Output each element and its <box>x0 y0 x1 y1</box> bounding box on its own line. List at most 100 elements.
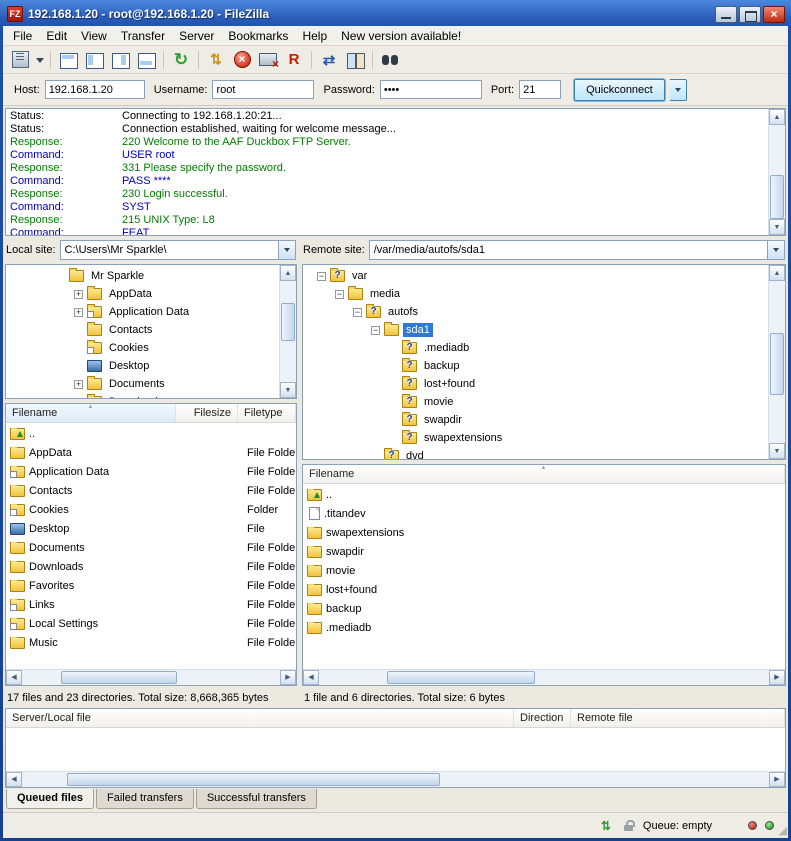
scrollbar-track[interactable] <box>319 670 769 685</box>
tree-item[interactable]: Contacts <box>6 321 279 339</box>
file-row[interactable]: Local Settings File Folder <box>6 614 296 633</box>
column-header-direction[interactable]: Direction <box>514 709 571 727</box>
tree-item[interactable]: Downloads <box>6 393 279 398</box>
file-row[interactable]: .. <box>6 424 296 443</box>
expander-icon[interactable] <box>74 380 83 389</box>
expander-icon[interactable] <box>371 326 380 335</box>
scroll-down-icon[interactable] <box>769 219 785 235</box>
file-row[interactable]: Application Data File Folder <box>6 462 296 481</box>
scroll-down-icon[interactable] <box>769 443 785 459</box>
password-input[interactable] <box>380 80 482 99</box>
quickconnect-button[interactable]: Quickconnect <box>574 79 665 101</box>
menu-item[interactable]: View <box>74 27 114 45</box>
expander-icon[interactable] <box>74 308 83 317</box>
queue-tab[interactable]: Failed transfers <box>96 789 194 809</box>
expander-icon[interactable] <box>335 290 344 299</box>
scrollbar-thumb[interactable] <box>61 671 177 684</box>
scrollbar-thumb[interactable] <box>387 671 536 684</box>
menu-item[interactable]: File <box>6 27 39 45</box>
expander-icon[interactable] <box>74 290 83 299</box>
file-row[interactable]: movie <box>303 561 785 580</box>
host-input[interactable] <box>45 80 145 99</box>
file-row[interactable]: .. <box>303 485 785 504</box>
local-list-hscrollbar[interactable] <box>6 669 296 685</box>
local-tree-scrollbar[interactable] <box>279 265 296 398</box>
process-queue-icon[interactable] <box>203 48 229 72</box>
file-row[interactable]: swapdir <box>303 542 785 561</box>
scrollbar-thumb[interactable] <box>281 303 295 341</box>
maximize-button[interactable] <box>739 6 761 23</box>
scrollbar-track[interactable] <box>769 281 785 443</box>
tree-item[interactable]: Mr Sparkle <box>6 267 279 285</box>
close-button[interactable] <box>763 6 785 23</box>
tree-item[interactable]: autofs <box>303 303 768 321</box>
message-log-toggle-icon[interactable] <box>55 48 81 72</box>
tree-item[interactable]: lost+found <box>303 375 768 393</box>
tree-item[interactable]: var <box>303 267 768 285</box>
minimize-button[interactable] <box>715 6 737 23</box>
scroll-up-icon[interactable] <box>280 265 296 281</box>
file-row[interactable]: Contacts File Folder <box>6 481 296 500</box>
menu-item[interactable]: Transfer <box>114 27 172 45</box>
menu-item[interactable]: Edit <box>39 27 74 45</box>
file-row[interactable]: Downloads File Folder <box>6 557 296 576</box>
tree-item[interactable]: swapextensions <box>303 429 768 447</box>
expander-icon[interactable] <box>74 398 83 399</box>
remote-tree-toggle-icon[interactable] <box>107 48 133 72</box>
file-row[interactable]: Desktop File <box>6 519 296 538</box>
scrollbar-track[interactable] <box>280 281 296 382</box>
scroll-left-icon[interactable] <box>6 670 22 685</box>
tree-item[interactable]: backup <box>303 357 768 375</box>
expander-icon[interactable] <box>317 272 326 281</box>
file-row[interactable]: Music File Folder <box>6 633 296 652</box>
chevron-down-icon[interactable] <box>278 241 295 259</box>
scroll-down-icon[interactable] <box>280 382 296 398</box>
find-files-icon[interactable] <box>377 48 403 72</box>
scroll-left-icon[interactable] <box>303 670 319 685</box>
tree-item[interactable]: sda1 <box>303 321 768 339</box>
refresh-icon[interactable] <box>168 48 194 72</box>
tree-item[interactable]: AppData <box>6 285 279 303</box>
scrollbar-track[interactable] <box>769 125 785 219</box>
column-header-filetype[interactable]: Filetype <box>238 404 296 422</box>
quickconnect-dropdown-icon[interactable] <box>670 79 687 101</box>
cancel-icon[interactable] <box>229 48 255 72</box>
tree-item[interactable]: .mediadb <box>303 339 768 357</box>
file-row[interactable]: Cookies Folder <box>6 500 296 519</box>
menu-item[interactable]: Server <box>172 27 221 45</box>
scrollbar-track[interactable] <box>22 670 280 685</box>
username-input[interactable] <box>212 80 314 99</box>
file-row[interactable]: backup <box>303 599 785 618</box>
expander-icon[interactable] <box>353 308 362 317</box>
site-manager-dropdown-icon[interactable] <box>33 48 46 72</box>
local-tree-toggle-icon[interactable] <box>81 48 107 72</box>
queue-toggle-icon[interactable] <box>133 48 159 72</box>
directory-comparison-icon[interactable] <box>342 48 368 72</box>
scrollbar-thumb[interactable] <box>67 773 441 786</box>
menu-item[interactable]: New version available! <box>334 27 468 45</box>
file-row[interactable]: lost+found <box>303 580 785 599</box>
disconnect-icon[interactable] <box>255 48 281 72</box>
synchronized-browsing-icon[interactable] <box>316 48 342 72</box>
port-input[interactable] <box>519 80 561 99</box>
scrollbar-track[interactable] <box>22 772 769 787</box>
scroll-right-icon[interactable] <box>769 772 785 787</box>
scroll-right-icon[interactable] <box>280 670 296 685</box>
remote-list-hscrollbar[interactable] <box>303 669 785 685</box>
queue-tab[interactable]: Queued files <box>6 789 94 809</box>
column-header-server-local-file[interactable]: Server/Local file <box>6 709 514 727</box>
file-row[interactable]: AppData File Folder <box>6 443 296 462</box>
tree-item[interactable]: Documents <box>6 375 279 393</box>
scrollbar-thumb[interactable] <box>770 175 784 219</box>
menu-item[interactable]: Help <box>295 27 334 45</box>
site-manager-icon[interactable] <box>7 48 33 72</box>
tree-item[interactable]: swapdir <box>303 411 768 429</box>
remote-tree-scrollbar[interactable] <box>768 265 785 459</box>
scrollbar-thumb[interactable] <box>770 333 784 395</box>
tree-item[interactable]: media <box>303 285 768 303</box>
tree-item[interactable]: dvd <box>303 447 768 459</box>
file-row[interactable]: .mediadb <box>303 618 785 637</box>
file-row[interactable]: Favorites File Folder <box>6 576 296 595</box>
column-header-filesize[interactable]: Filesize <box>176 404 238 422</box>
scroll-up-icon[interactable] <box>769 109 785 125</box>
